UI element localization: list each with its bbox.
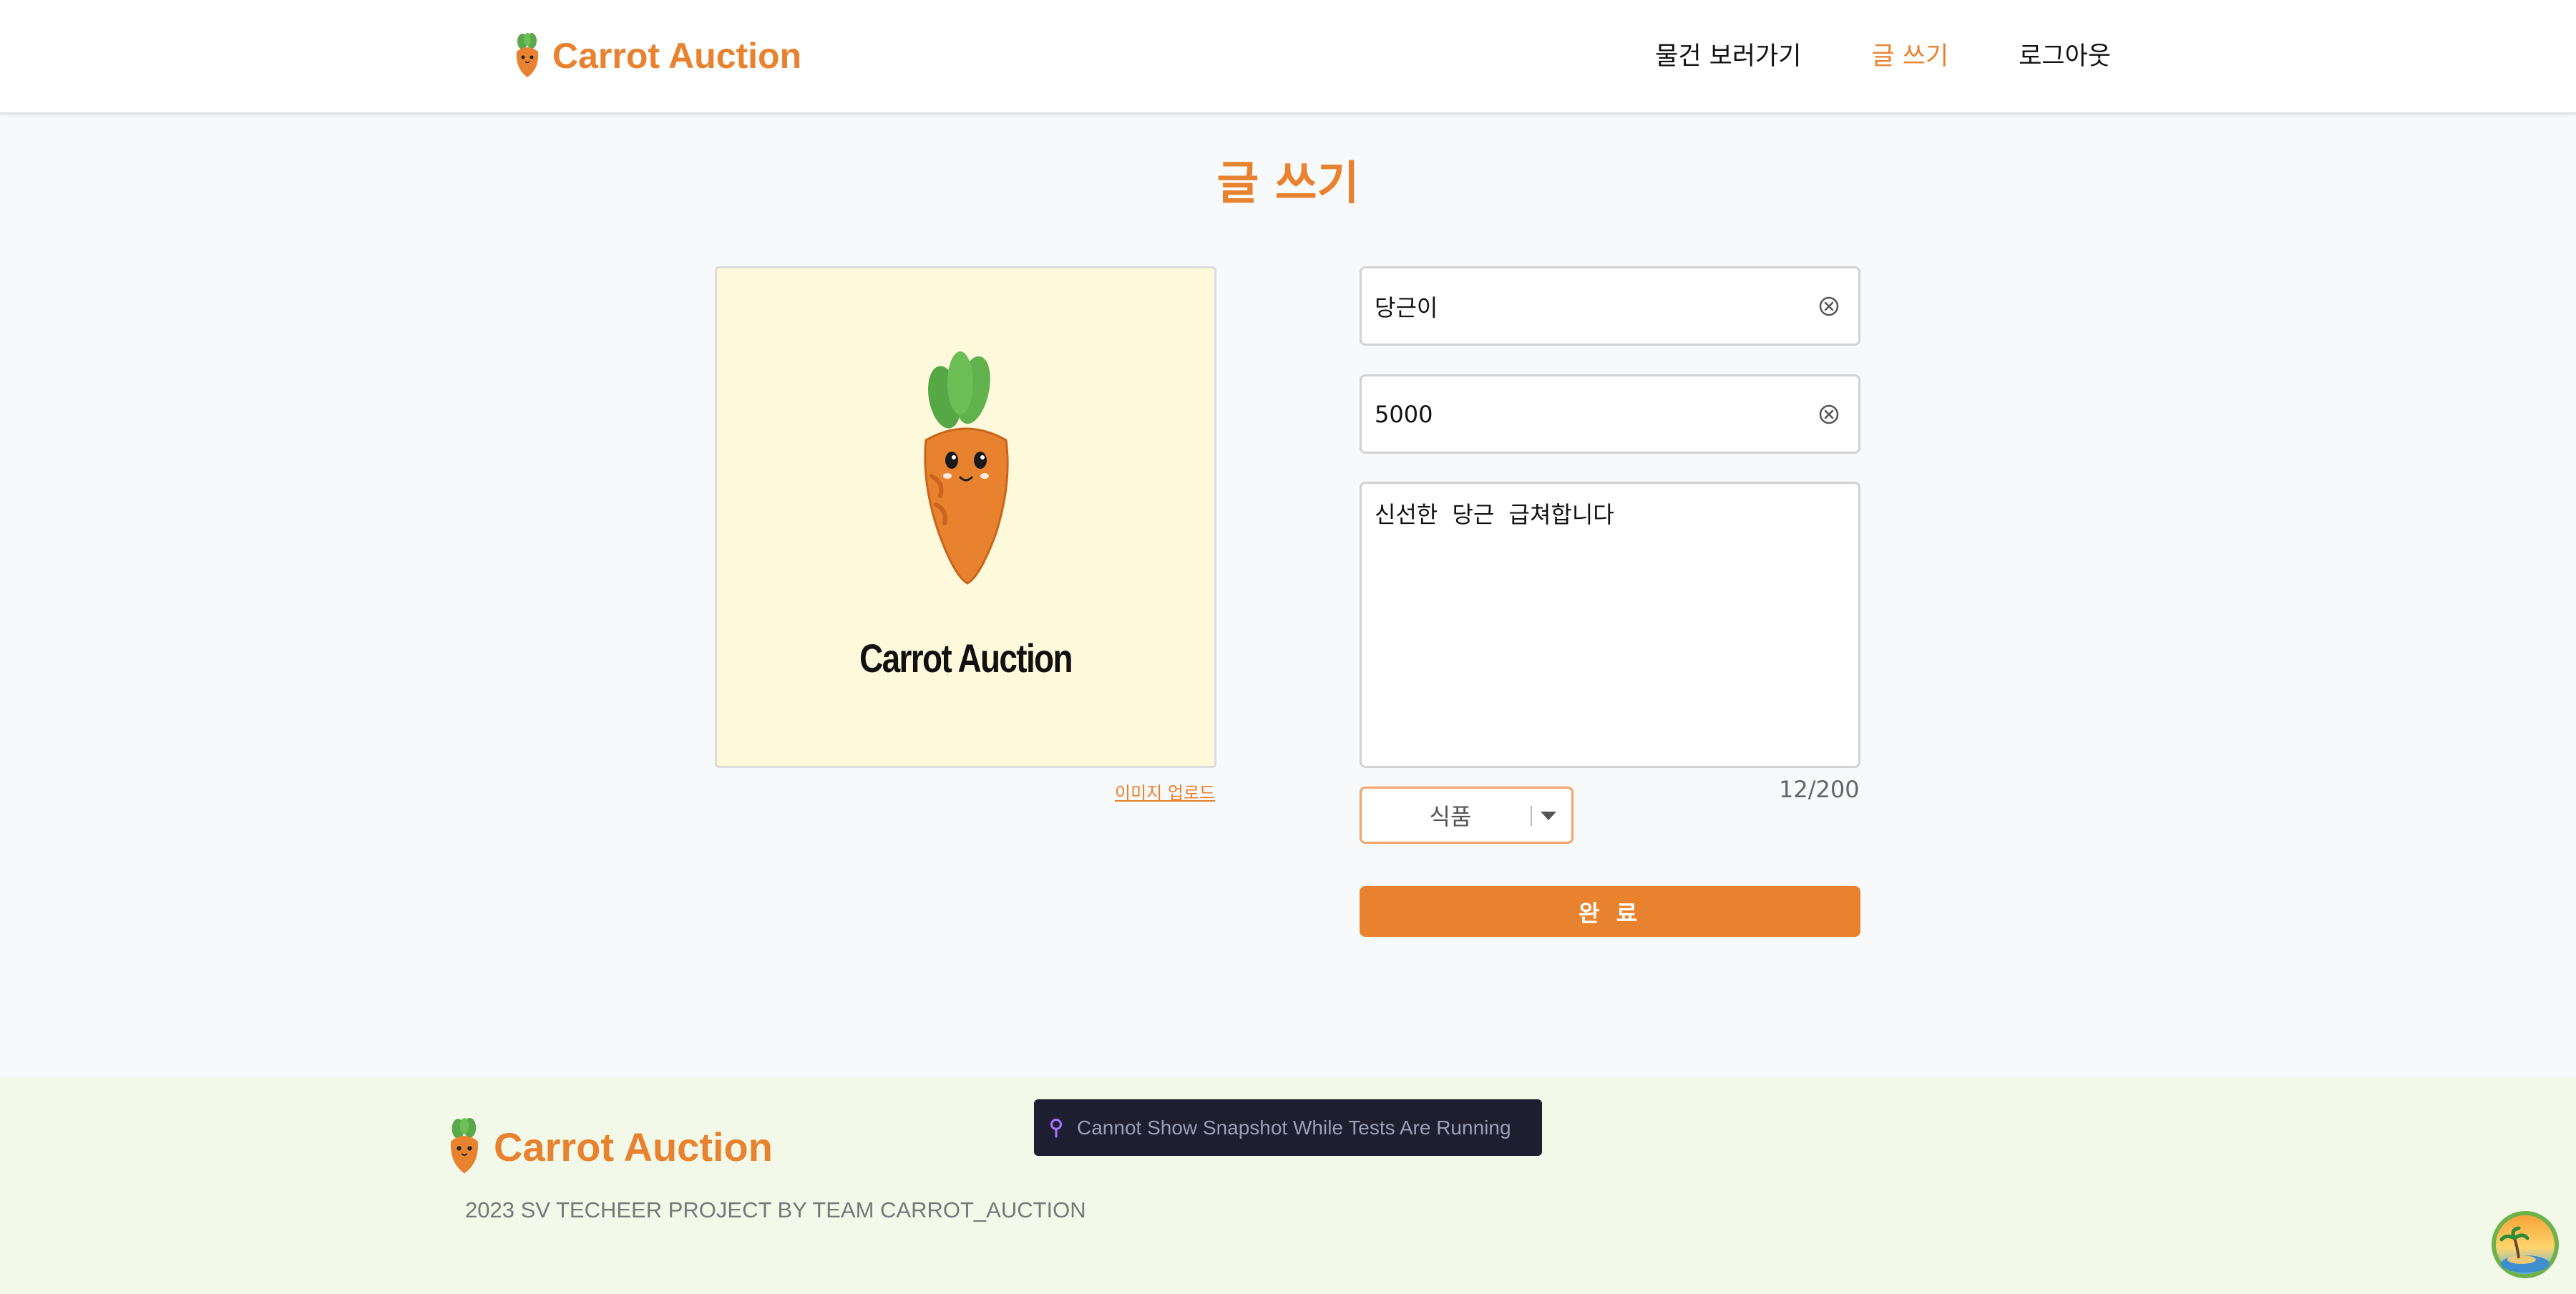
image-preview[interactable]: Carrot Auction — [715, 266, 1216, 768]
clear-icon[interactable] — [1818, 404, 1840, 425]
top-header: Carrot Auction 물건 보러가기 글 쓰기 로그아웃 — [0, 0, 2576, 115]
footer-copyright: 2023 SV TECHEER PROJECT BY TEAM CARROT_A… — [465, 1197, 1086, 1222]
price-field[interactable] — [1360, 374, 1860, 454]
submit-button[interactable]: 완 료 — [1360, 886, 1860, 937]
clear-icon[interactable] — [1818, 296, 1840, 317]
footer-brand-name: Carrot Auction — [494, 1124, 773, 1169]
snapshot-toast: Cannot Show Snapshot While Tests Are Run… — [1034, 1099, 1542, 1156]
select-divider — [1531, 806, 1532, 826]
title-field[interactable] — [1360, 266, 1860, 346]
category-selected-value: 식품 — [1429, 803, 1472, 830]
page-title: 글 쓰기 — [1216, 157, 1360, 210]
chevron-down-icon[interactable] — [1541, 812, 1556, 820]
header-logo[interactable]: Carrot Auction — [512, 29, 801, 83]
description-field[interactable]: 신선한 당근 급쳐합니다 — [1360, 482, 1860, 768]
title-input[interactable] — [1375, 268, 1804, 344]
price-input[interactable] — [1375, 376, 1804, 452]
brand-name: Carrot Auction — [552, 36, 802, 76]
footer-logo[interactable]: Carrot Auction — [445, 1114, 773, 1179]
main-nav: 물건 보러가기 글 쓰기 로그아웃 — [1655, 36, 2111, 72]
nav-item-write[interactable]: 글 쓰기 — [1871, 36, 1948, 72]
assistant-avatar-icon[interactable] — [2490, 1210, 2560, 1280]
toast-message: Cannot Show Snapshot While Tests Are Run… — [1077, 1116, 1511, 1139]
category-select[interactable]: 식품 — [1360, 787, 1574, 844]
carrot-logo-icon — [450, 1118, 479, 1174]
carrot-mascot-image — [924, 351, 1009, 585]
image-brand-text: Carrot Auction — [859, 636, 1073, 681]
carrot-logo-icon — [516, 33, 539, 77]
description-textarea[interactable]: 신선한 당근 급쳐합니다 — [1375, 497, 1847, 754]
image-upload-link[interactable]: 이미지 업로드 — [1115, 779, 1215, 804]
nav-item-logout[interactable]: 로그아웃 — [2019, 36, 2111, 72]
pin-icon — [1050, 1118, 1062, 1137]
nav-item-browse[interactable]: 물건 보러가기 — [1655, 36, 1801, 72]
char-count: 12/200 — [1779, 776, 1860, 803]
